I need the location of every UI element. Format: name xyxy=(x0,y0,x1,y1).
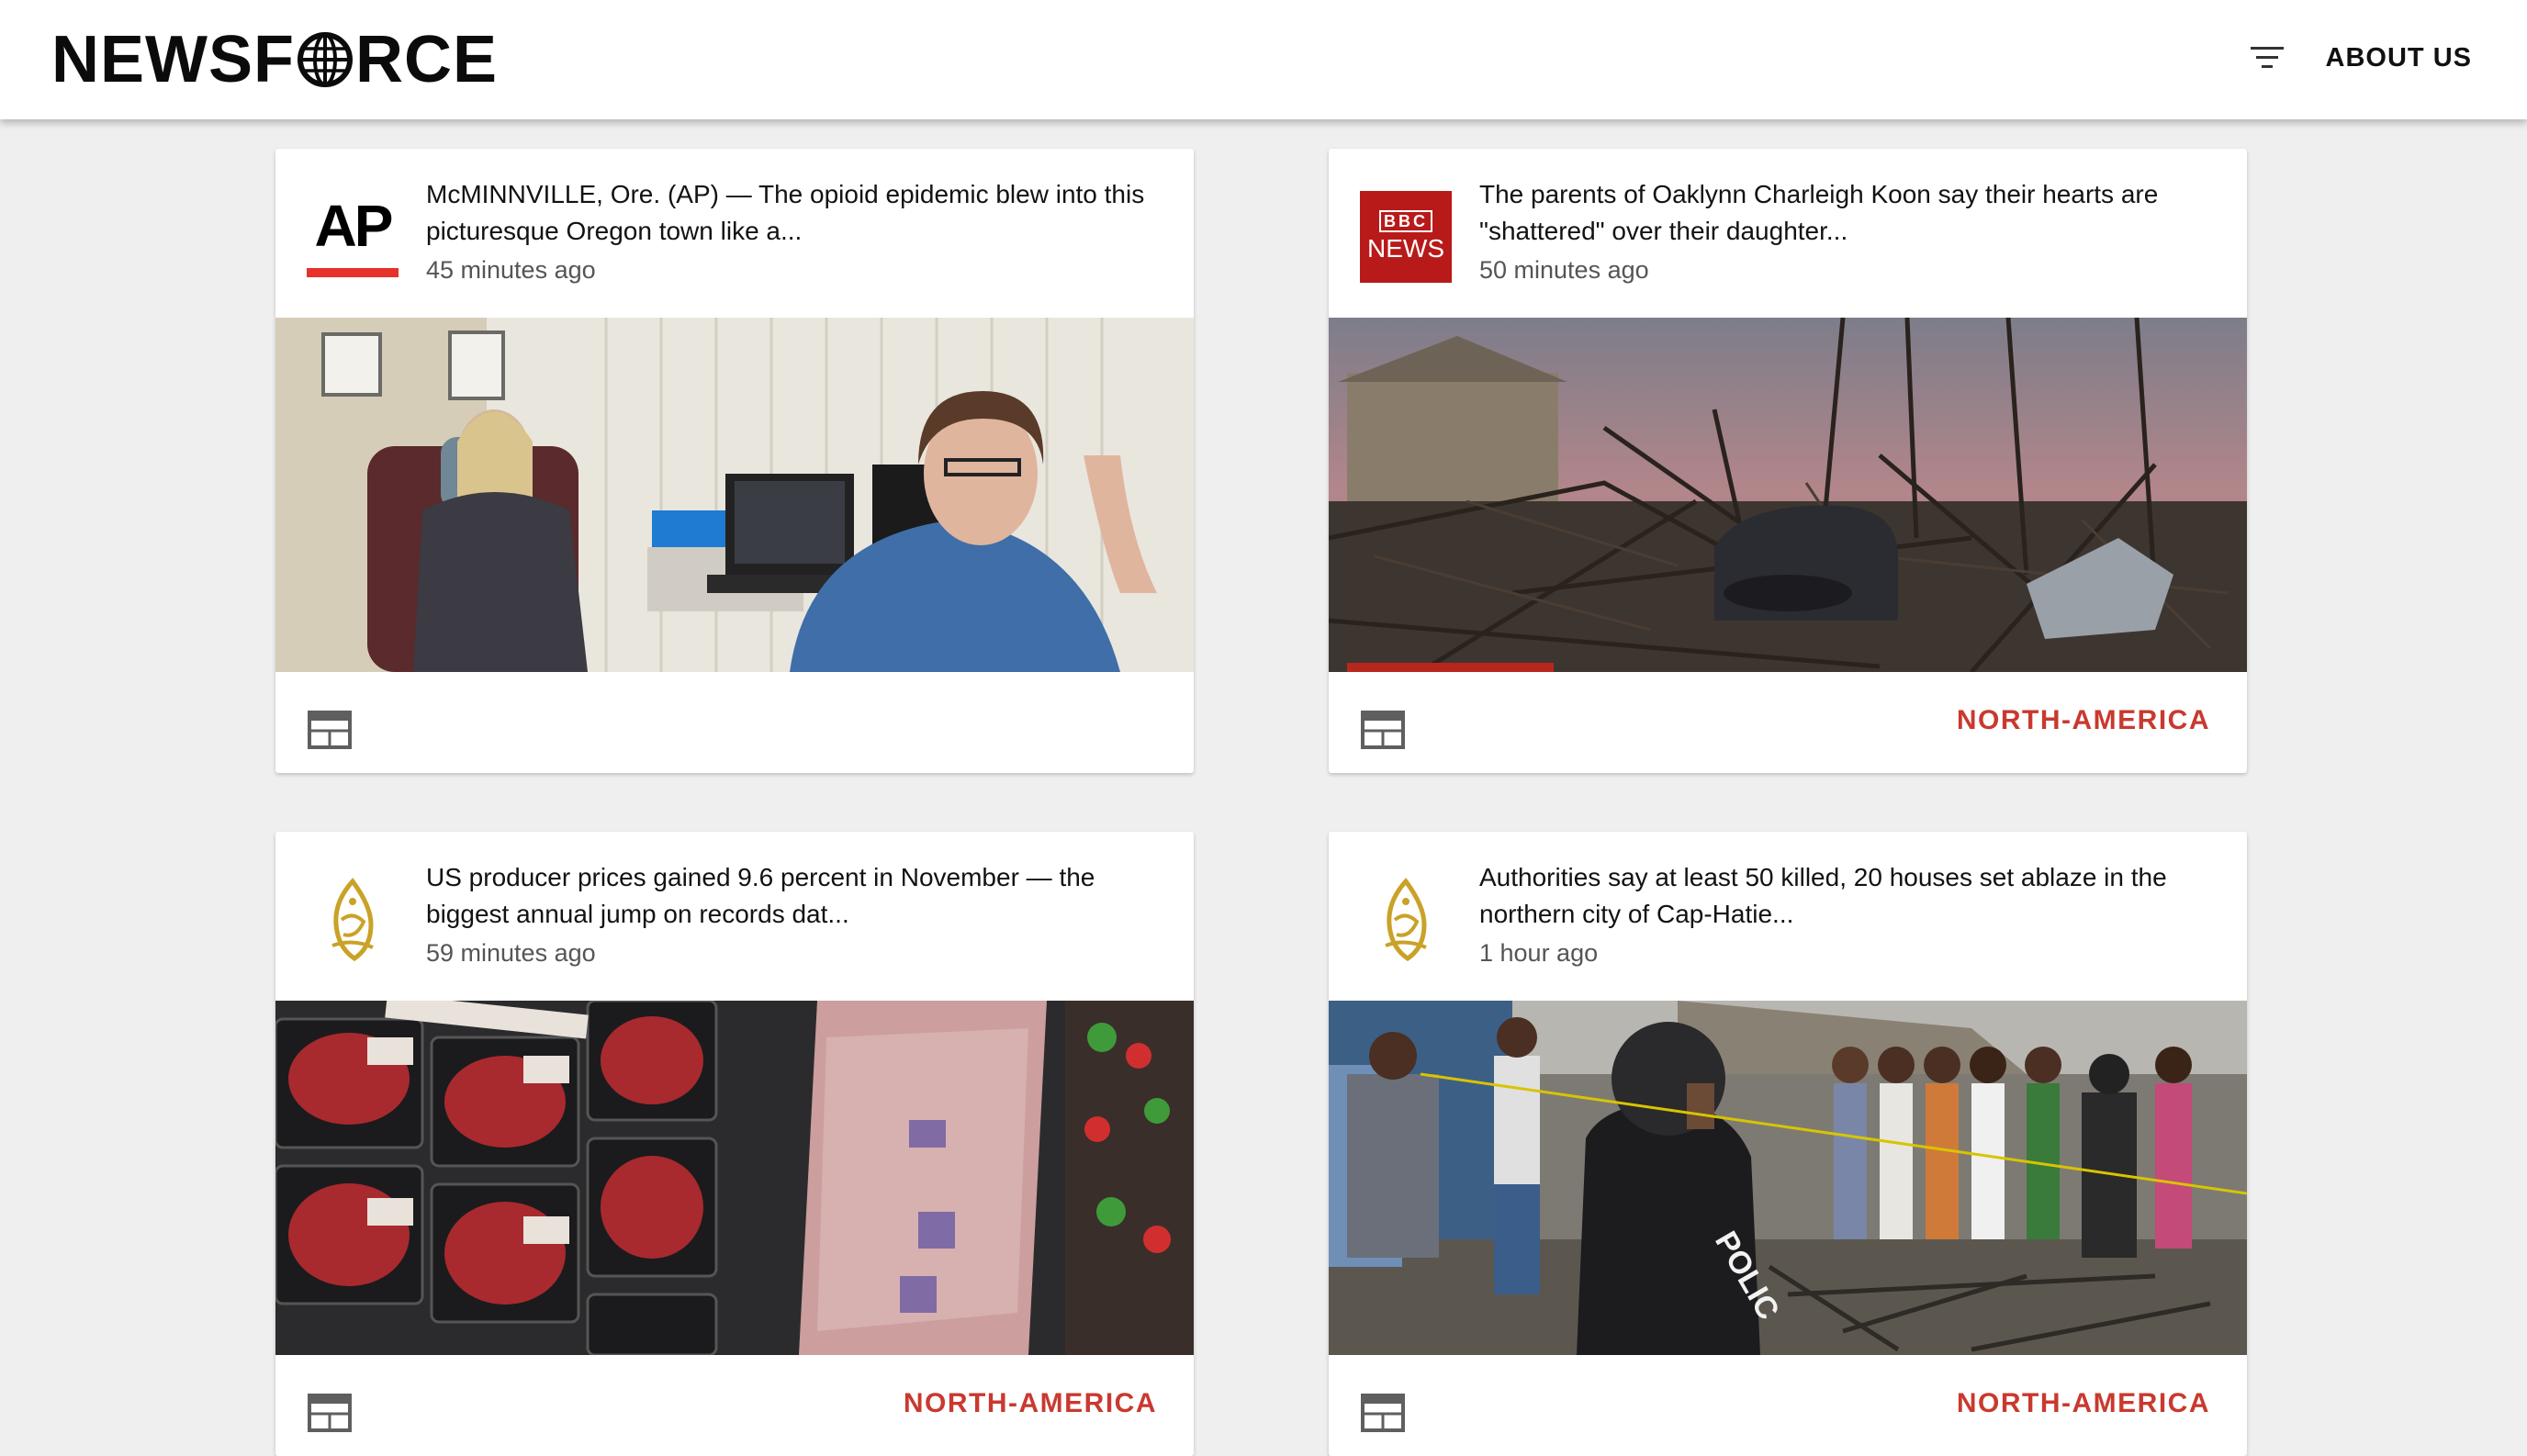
region-tag[interactable]: NORTH-AMERICA xyxy=(1957,1388,2210,1419)
card-footer: NORTH-AMERICA xyxy=(275,1355,1194,1456)
calendar-icon[interactable] xyxy=(307,707,353,751)
published-time: 1 hour ago xyxy=(1479,939,1599,967)
globe-icon xyxy=(297,32,353,87)
logo-text-left: NEWSF xyxy=(51,23,295,96)
article-image[interactable]: POLIC xyxy=(1329,1001,2247,1355)
ap-logo-text: AP xyxy=(314,193,394,259)
logo-text-right: RCE xyxy=(354,23,498,96)
bbc-news-logo: BBC NEWS xyxy=(1358,189,1454,285)
published-time: 50 minutes ago xyxy=(1479,256,1649,284)
bbc-logo-top: BBC xyxy=(1379,210,1432,232)
al-jazeera-emblem-icon xyxy=(331,878,374,962)
news-card[interactable]: Authorities say at least 50 killed, 20 h… xyxy=(1329,832,2247,1456)
about-us-link[interactable]: ABOUT US xyxy=(2326,43,2472,73)
article-image[interactable] xyxy=(1329,318,2247,672)
region-tag[interactable]: NORTH-AMERICA xyxy=(904,1388,1157,1419)
calendar-icon[interactable] xyxy=(1360,1390,1406,1434)
card-header: AP McMINNVILLE, Ore. (AP) — The opioid e… xyxy=(275,149,1194,318)
al-jazeera-logo xyxy=(1358,872,1454,968)
article-image[interactable] xyxy=(275,1001,1194,1355)
news-card[interactable]: BBC NEWS The parents of Oaklynn Charleig… xyxy=(1329,149,2247,773)
headline-link[interactable]: McMINNVILLE, Ore. (AP) — The opioid epid… xyxy=(426,176,1157,250)
card-footer: NORTH-AMERICA xyxy=(1329,672,2247,773)
bbc-logo-bottom: NEWS xyxy=(1367,234,1444,263)
headline-link[interactable]: Authorities say at least 50 killed, 20 h… xyxy=(1479,859,2210,933)
ap-logo: AP xyxy=(305,189,400,285)
card-header: BBC NEWS The parents of Oaklynn Charleig… xyxy=(1329,149,2247,318)
region-tag[interactable]: NORTH-AMERICA xyxy=(1957,705,2210,736)
published-time: 45 minutes ago xyxy=(426,256,596,284)
card-footer xyxy=(275,672,1194,773)
ap-logo-bar xyxy=(307,268,399,277)
card-header: US producer prices gained 9.6 percent in… xyxy=(275,832,1194,1001)
published-time: 59 minutes ago xyxy=(426,939,596,967)
filter-list-icon xyxy=(2250,47,2284,68)
news-card[interactable]: US producer prices gained 9.6 percent in… xyxy=(275,832,1194,1456)
app-bar: NEWSF RCE ABOUT US xyxy=(0,0,2527,119)
card-header: Authorities say at least 50 killed, 20 h… xyxy=(1329,832,2247,1001)
al-jazeera-logo xyxy=(305,872,400,968)
article-image[interactable] xyxy=(275,318,1194,672)
headline-link[interactable]: The parents of Oaklynn Charleigh Koon sa… xyxy=(1479,176,2210,250)
calendar-icon[interactable] xyxy=(307,1390,353,1434)
calendar-icon[interactable] xyxy=(1360,707,1406,751)
news-card[interactable]: AP McMINNVILLE, Ore. (AP) — The opioid e… xyxy=(275,149,1194,773)
headline-link[interactable]: US producer prices gained 9.6 percent in… xyxy=(426,859,1157,933)
filter-button[interactable] xyxy=(2249,39,2286,76)
newsforce-logo[interactable]: NEWSF RCE xyxy=(51,18,498,101)
al-jazeera-emblem-icon xyxy=(1385,878,1427,962)
card-footer: NORTH-AMERICA xyxy=(1329,1355,2247,1456)
header-actions: ABOUT US xyxy=(2249,35,2472,81)
